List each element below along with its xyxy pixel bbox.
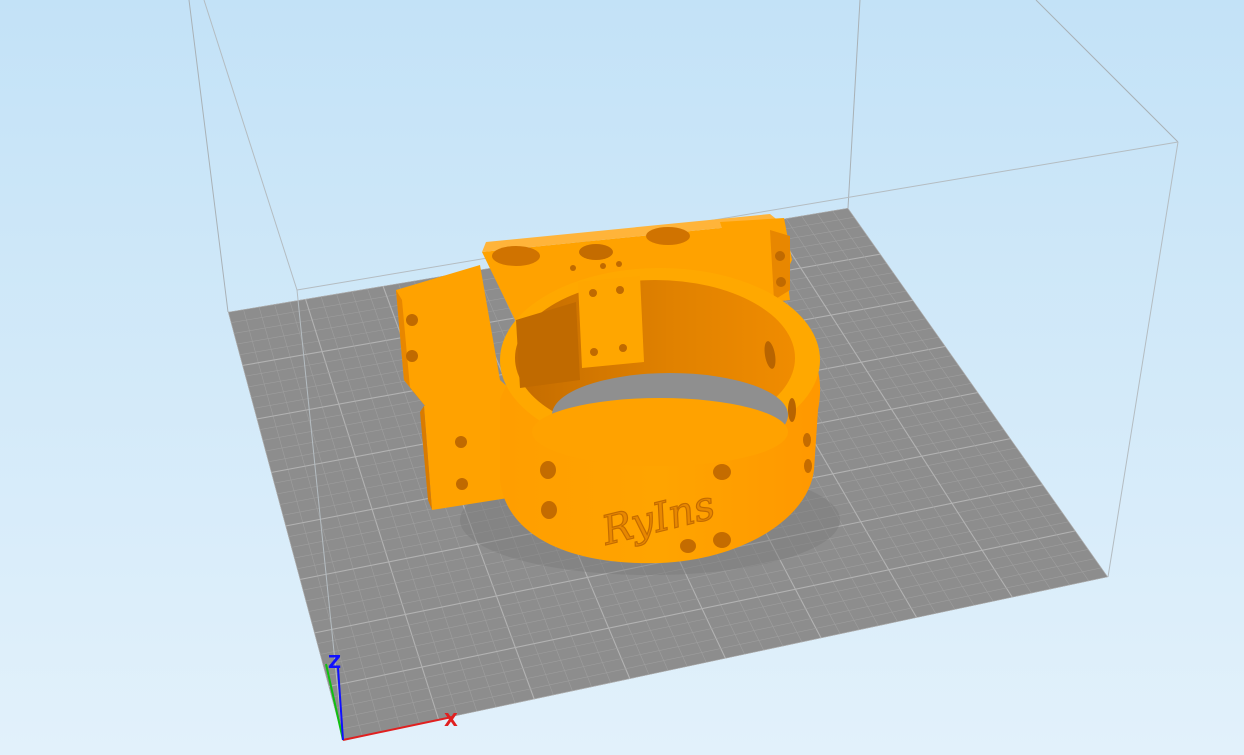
mount-hole-center <box>579 244 613 260</box>
mount-hole-left <box>492 246 540 266</box>
mount-hole-right <box>646 227 690 245</box>
x-axis-label: X <box>444 710 458 731</box>
front-block <box>424 396 508 510</box>
scene[interactable]: RyIns X Z <box>0 0 1244 755</box>
z-axis-label: Z <box>328 652 341 673</box>
3d-viewport[interactable]: RyIns X Z <box>0 0 1244 755</box>
